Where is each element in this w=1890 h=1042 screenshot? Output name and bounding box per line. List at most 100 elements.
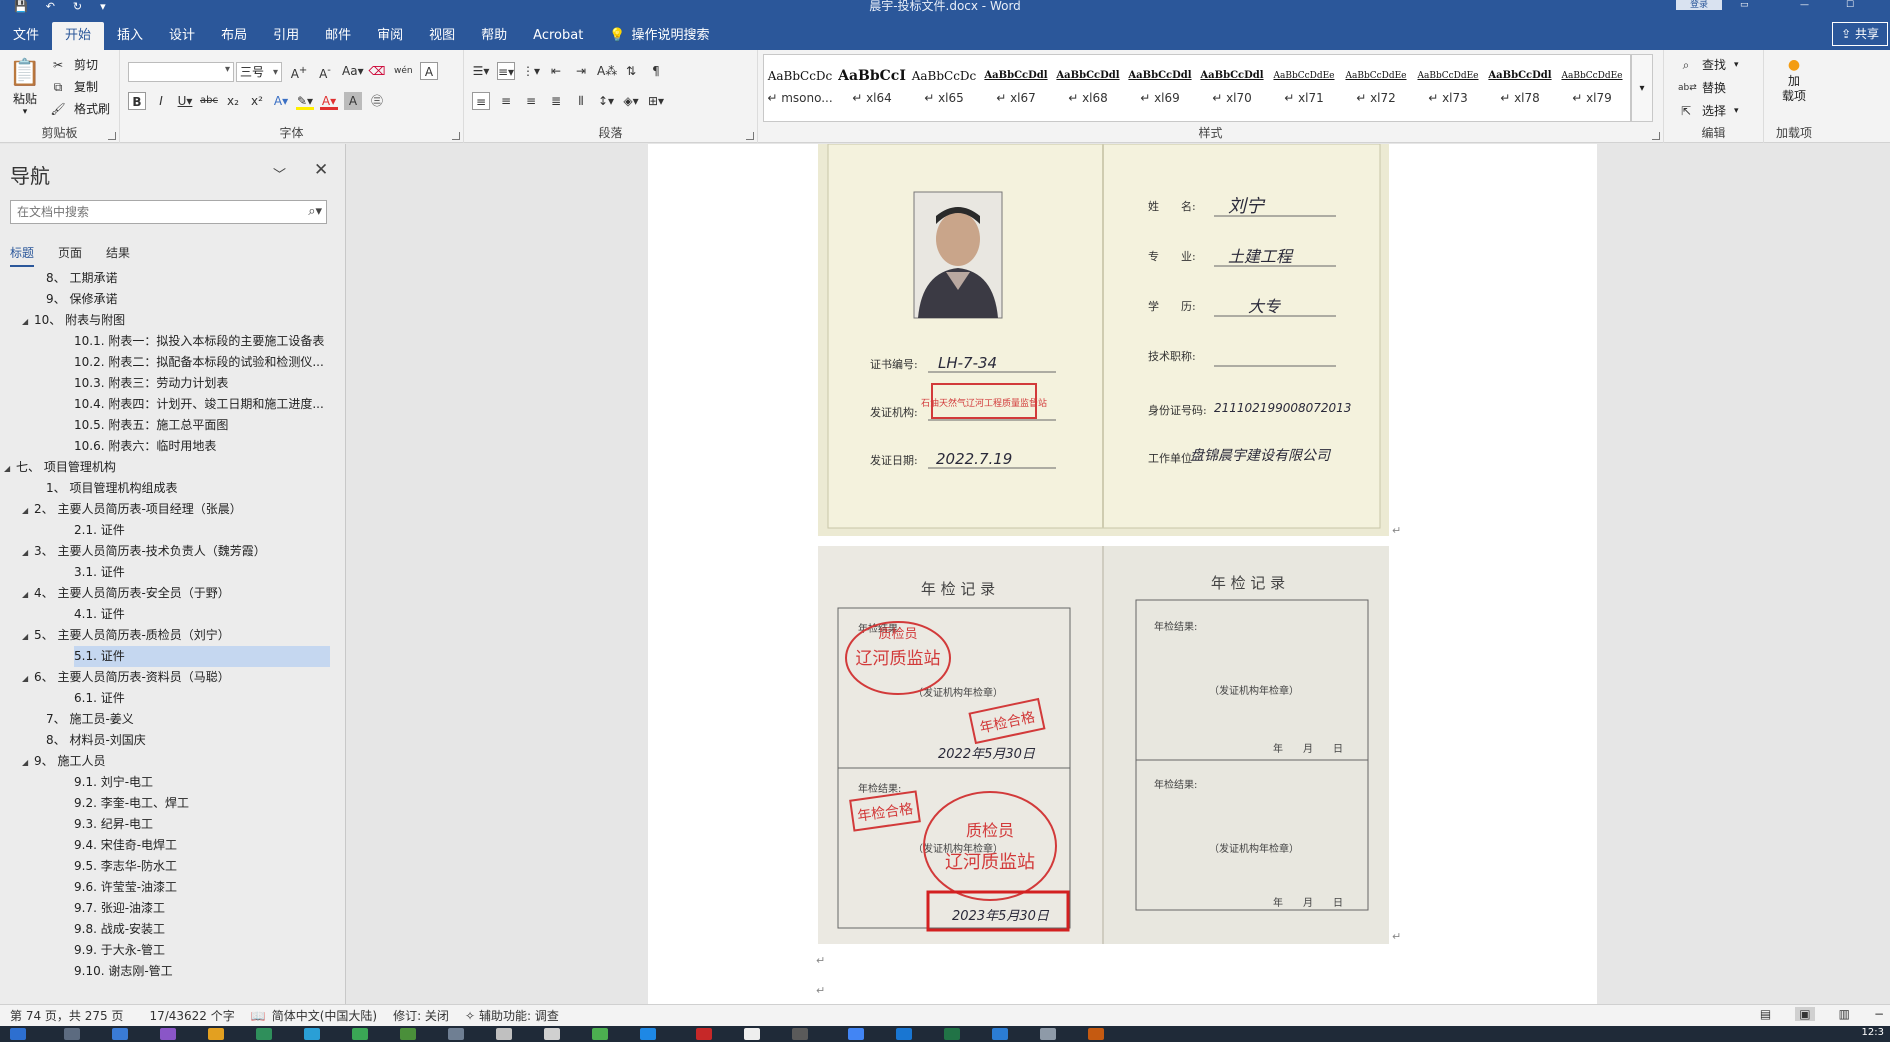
styles-more-icon[interactable]: ▾ (1631, 54, 1653, 122)
load-addins-button[interactable]: ● 加 载项 (1772, 56, 1816, 104)
app-icon[interactable] (448, 1028, 464, 1040)
select-button[interactable]: ⇱ 选择 ▾ (1678, 102, 1739, 119)
show-marks-icon[interactable]: ¶ (647, 62, 665, 80)
replace-button[interactable]: ab⇄ 替换 (1678, 79, 1726, 96)
collapse-triangle-icon[interactable]: ◢ (22, 584, 34, 604)
app-icon[interactable] (1040, 1028, 1056, 1040)
justify-icon[interactable]: ≣ (547, 92, 565, 110)
nav-heading-item[interactable]: 10.1. 附表一：拟投入本标段的主要施工设备表 (0, 331, 346, 352)
numbering-icon[interactable]: ≡▾ (497, 62, 515, 80)
browser-icon[interactable] (848, 1028, 864, 1040)
app-icon[interactable] (352, 1028, 368, 1040)
collapse-triangle-icon[interactable]: ◢ (22, 542, 34, 562)
nav-heading-item[interactable]: ◢ 5、 主要人员简历表-质检员（刘宁） (0, 625, 346, 646)
app-icon[interactable] (160, 1028, 176, 1040)
nav-options-icon[interactable]: ﹀ (273, 164, 286, 183)
document-area[interactable]: 证书编号: 发证机构: 发证日期: LH-7-34 2022.7.19 石油天然… (347, 144, 1890, 1004)
enclose-char-icon[interactable]: ㊂ (368, 92, 386, 110)
app-icon[interactable] (256, 1028, 272, 1040)
style-item[interactable]: AaBbCcDdEe ↵ xl72 (1340, 55, 1412, 121)
nav-heading-item[interactable]: 8、 材料员-刘国庆 (0, 730, 346, 751)
nav-heading-item[interactable]: 9.9. 于大永-管工 (0, 940, 346, 961)
styles-launcher-icon[interactable] (1652, 132, 1660, 140)
multilevel-list-icon[interactable]: ⋮▾ (522, 62, 540, 80)
zoom-icon[interactable]: − (1874, 1007, 1884, 1021)
text-effects-icon[interactable]: A▾ (272, 92, 290, 110)
search-icon[interactable]: ⌕▾ (308, 204, 322, 219)
print-layout-icon[interactable]: ▣ (1795, 1007, 1815, 1021)
tab-acrobat[interactable]: Acrobat (520, 22, 596, 50)
nav-heading-item[interactable]: 2.1. 证件 (0, 520, 346, 541)
nav-heading-item[interactable]: 9.8. 战成-安装工 (0, 919, 346, 940)
tell-me-search[interactable]: 💡 操作说明搜索 (596, 22, 722, 50)
app-icon[interactable] (896, 1028, 912, 1040)
ribbon-display-icon[interactable]: ▭ (1740, 0, 1749, 10)
style-item[interactable]: AaBbCcDc ↵ msono... (764, 55, 836, 121)
nav-heading-item[interactable]: 10.5. 附表五：施工总平面图 (0, 415, 346, 436)
style-item[interactable]: AaBbCcDdl ↵ xl69 (1124, 55, 1196, 121)
nav-heading-item[interactable]: 10.6. 附表六：临时用地表 (0, 436, 346, 457)
style-item[interactable]: AaBbCcDdEe ↵ xl73 (1412, 55, 1484, 121)
find-button[interactable]: ⌕ 查找 ▾ (1678, 56, 1739, 73)
language[interactable]: 简体中文(中国大陆) (272, 1007, 377, 1024)
start-icon[interactable] (10, 1028, 26, 1040)
tab-help[interactable]: 帮助 (468, 22, 520, 50)
decrease-indent-icon[interactable]: ⇤ (547, 62, 565, 80)
nav-heading-item[interactable]: ◢ 2、 主要人员简历表-项目经理（张晨） (0, 499, 346, 520)
tab-design[interactable]: 设计 (156, 22, 208, 50)
align-right-icon[interactable]: ≡ (522, 92, 540, 110)
italic-icon[interactable]: I (152, 92, 170, 110)
collapse-triangle-icon[interactable]: ◢ (4, 458, 16, 478)
search-icon[interactable] (64, 1028, 80, 1040)
read-mode-icon[interactable]: ▤ (1760, 1007, 1771, 1021)
style-item[interactable]: AaBbCcDdl ↵ xl70 (1196, 55, 1268, 121)
style-item[interactable]: AaBbCcDdEe ↵ xl79 (1556, 55, 1628, 121)
change-case-icon[interactable]: Aa▾ (342, 62, 364, 80)
nav-heading-item[interactable]: 9、 保修承诺 (0, 289, 346, 310)
superscript-icon[interactable]: x² (248, 92, 266, 110)
nav-tab-results[interactable]: 结果 (106, 244, 130, 267)
collapse-triangle-icon[interactable]: ◢ (22, 752, 34, 772)
nav-heading-item[interactable]: 9.4. 宋佳奇-电焊工 (0, 835, 346, 856)
phonetic-guide-icon[interactable]: wén (394, 62, 413, 80)
nav-heading-item[interactable]: 4.1. 证件 (0, 604, 346, 625)
nav-heading-item[interactable]: 3.1. 证件 (0, 562, 346, 583)
folder-icon[interactable] (208, 1028, 224, 1040)
page-count[interactable]: 第 74 页，共 275 页 (10, 1007, 123, 1024)
nav-heading-item[interactable]: 9.2. 李奎-电工、焊工 (0, 793, 346, 814)
align-center-icon[interactable]: ≡ (497, 92, 515, 110)
nav-heading-item[interactable]: 6.1. 证件 (0, 688, 346, 709)
track-changes-status[interactable]: 修订: 关闭 (393, 1007, 449, 1024)
font-size-combo[interactable]: 三号 (236, 62, 282, 82)
web-layout-icon[interactable]: ▥ (1839, 1007, 1850, 1021)
style-item[interactable]: AaBbCcDdl ↵ xl78 (1484, 55, 1556, 121)
tab-layout[interactable]: 布局 (208, 22, 260, 50)
bullets-icon[interactable]: ☰▾ (472, 62, 490, 80)
tab-file[interactable]: 文件 (0, 22, 52, 50)
collapse-triangle-icon[interactable]: ◢ (22, 311, 34, 331)
document-page[interactable]: 证书编号: 发证机构: 发证日期: LH-7-34 2022.7.19 石油天然… (648, 144, 1597, 1004)
char-border-icon[interactable]: A (420, 62, 438, 80)
nav-heading-item[interactable]: 1、 项目管理机构组成表 (0, 478, 346, 499)
align-left-icon[interactable]: ≡ (472, 92, 490, 110)
wechat-icon[interactable] (592, 1028, 608, 1040)
nav-heading-item[interactable]: 8、 工期承诺 (0, 268, 346, 289)
borders-icon[interactable]: ⊞▾ (647, 92, 665, 110)
nav-tab-pages[interactable]: 页面 (58, 244, 82, 267)
paragraph-launcher-icon[interactable] (746, 132, 754, 140)
nav-heading-item[interactable]: ◢ 9、 施工人员 (0, 751, 346, 772)
shading-icon[interactable]: ◈▾ (622, 92, 640, 110)
maximize-icon[interactable]: ☐ (1846, 0, 1854, 10)
shrink-font-icon[interactable]: A- (316, 62, 334, 81)
close-icon[interactable]: ✕ (314, 160, 328, 180)
nav-search-input[interactable] (11, 201, 291, 223)
char-shading-icon[interactable]: A (344, 92, 362, 110)
copy-button[interactable]: ⧉ 复制 (50, 78, 98, 95)
format-painter-button[interactable]: 🖌 格式刷 (50, 100, 110, 117)
app-icon[interactable] (112, 1028, 128, 1040)
nav-heading-item[interactable]: ◢ 6、 主要人员简历表-资料员（马聪） (0, 667, 346, 688)
nav-heading-item[interactable]: ◢ 10、 附表与附图 (0, 310, 346, 331)
strikethrough-icon[interactable]: abc (200, 92, 218, 110)
app-icon[interactable] (496, 1028, 512, 1040)
tab-mailings[interactable]: 邮件 (312, 22, 364, 50)
